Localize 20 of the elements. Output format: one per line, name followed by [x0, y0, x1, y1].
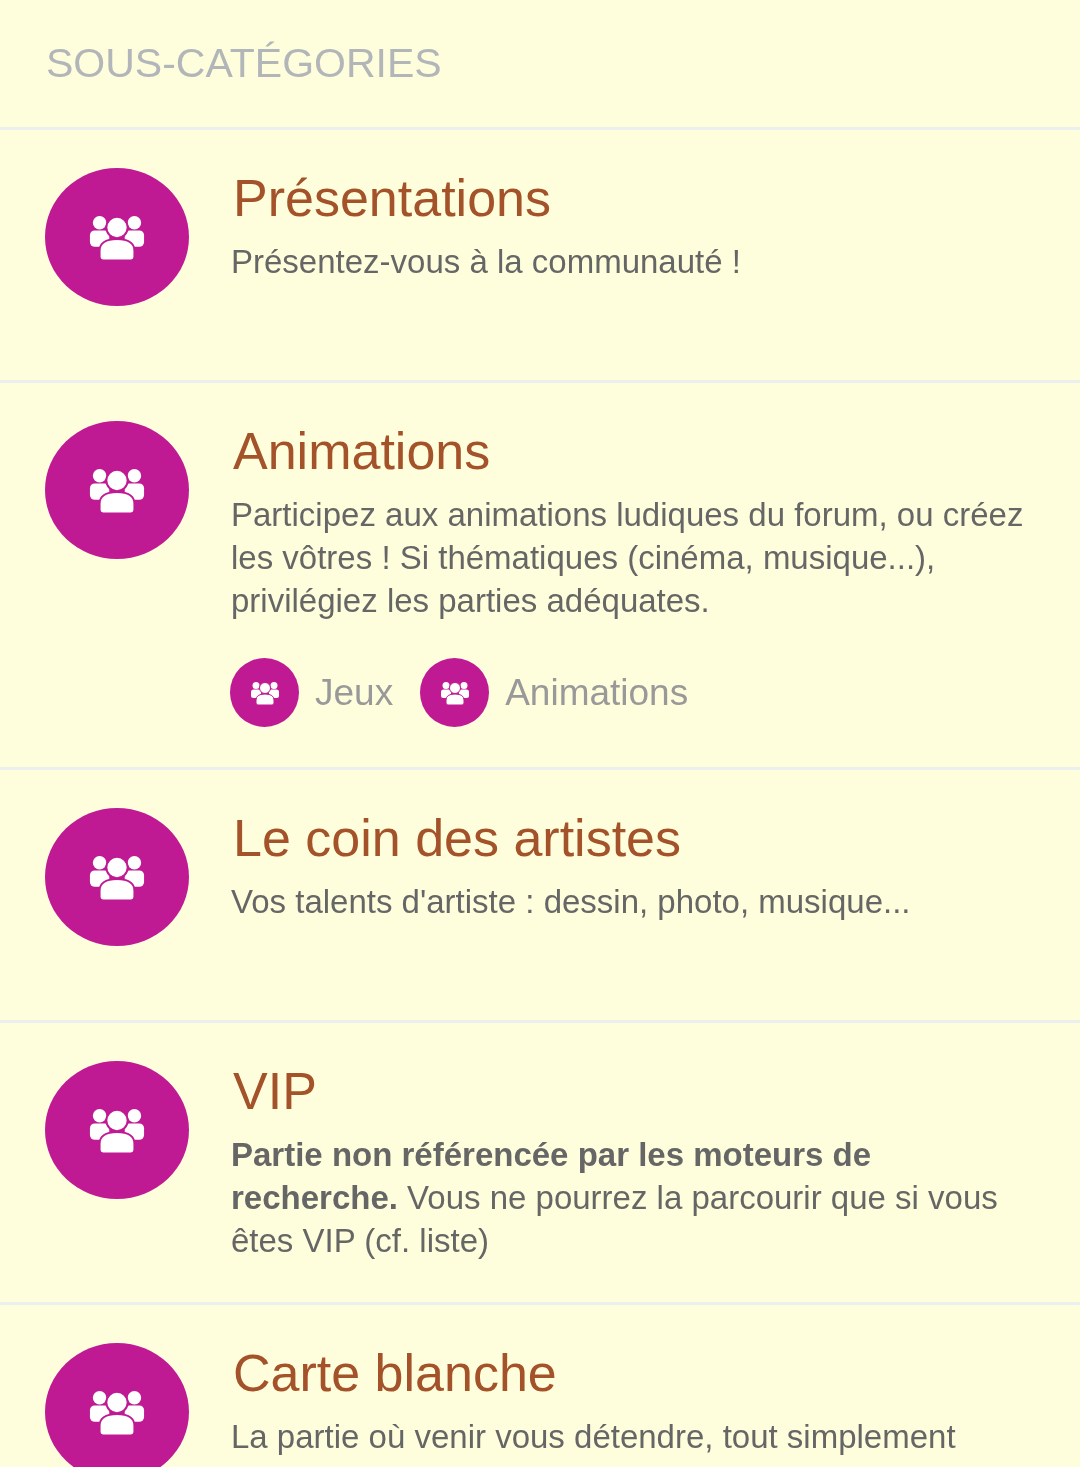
group-icon	[439, 680, 470, 705]
group-icon	[88, 1106, 146, 1154]
forum-title[interactable]: Présentations	[233, 168, 1040, 228]
group-icon	[88, 466, 146, 514]
forum-description: La partie où venir vous détendre, tout simplement	[231, 1417, 957, 1457]
forum-title[interactable]: Le coin des artistes	[233, 808, 1040, 868]
subforum-link[interactable]: Animations	[505, 671, 689, 714]
forum-title[interactable]: Animations	[233, 421, 1040, 481]
group-icon	[88, 213, 146, 261]
forum-description: Participez aux animations ludiques du forum, ou créez les vôtres ! Si thématiques (cinéma, musique...), privilégiez les parties adéquates.	[231, 495, 1025, 621]
forum-description: Présentez-vous à la communauté !	[231, 242, 742, 282]
forum-description: Partie non référencée par les moteurs de recherche. Vous ne pourrez la parcourir que si vous êtes VIP (cf. liste)	[231, 1135, 999, 1261]
group-icon	[249, 680, 280, 705]
section-heading: SOUS-CATÉGORIES	[46, 40, 442, 86]
group-icon	[88, 853, 146, 901]
forum-description: Vos talents d'artiste : dessin, photo, musique...	[231, 882, 912, 922]
forum-title[interactable]: Carte blanche	[233, 1343, 1040, 1403]
subforum-link[interactable]: Jeux	[315, 671, 394, 714]
group-icon	[88, 1388, 146, 1436]
forum-title[interactable]: VIP	[233, 1061, 1040, 1121]
